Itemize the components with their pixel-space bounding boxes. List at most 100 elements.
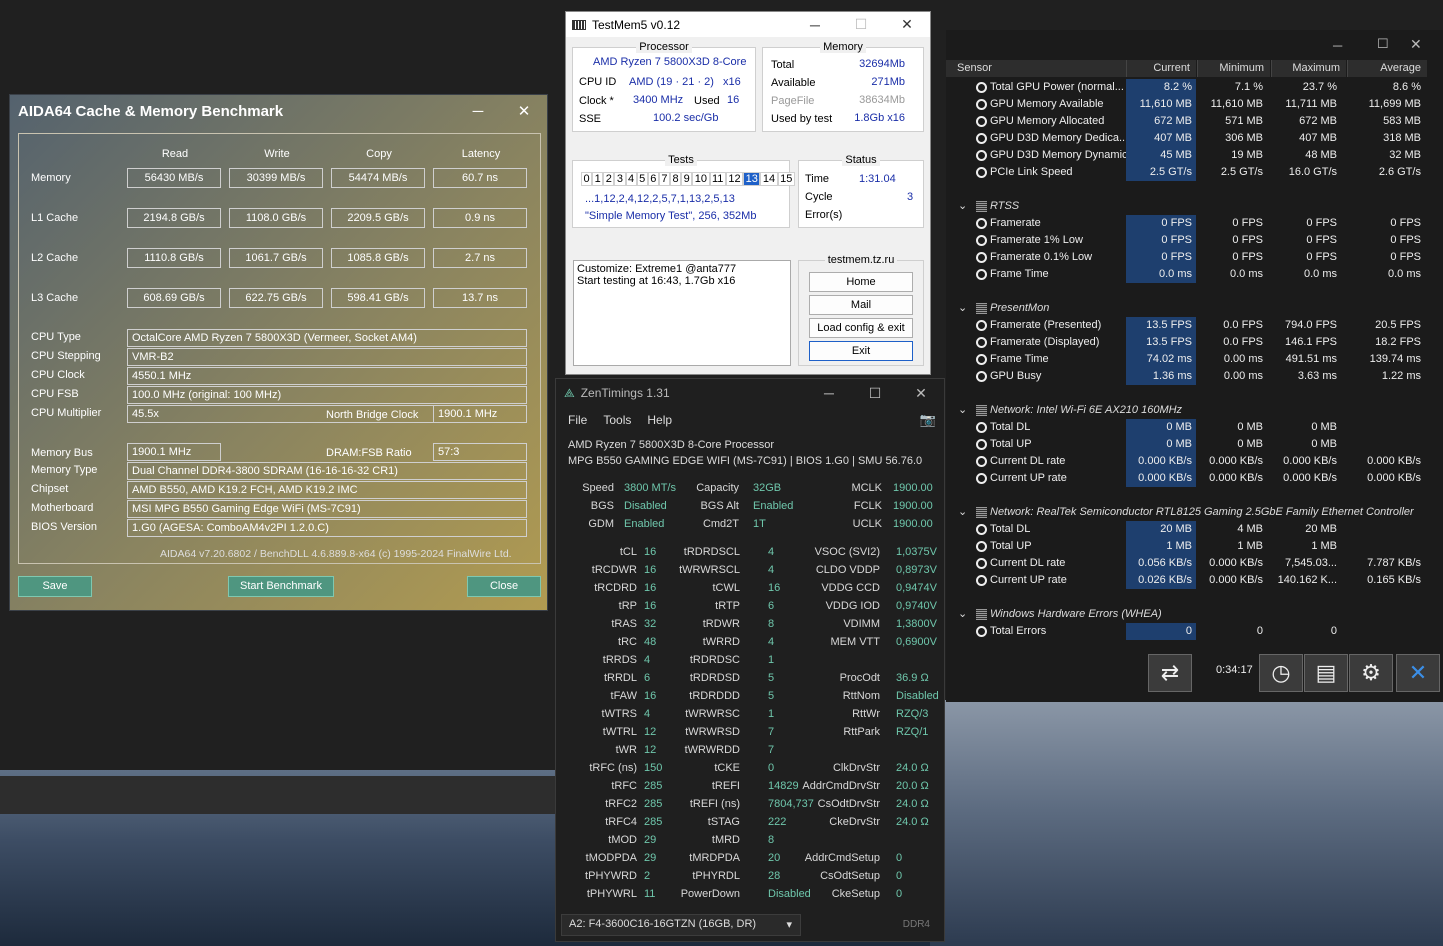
sensor-group[interactable]: ⌄ PresentMon bbox=[946, 300, 1426, 317]
timing-label: Capacity bbox=[696, 482, 739, 494]
report-icon[interactable]: ▤ bbox=[1304, 654, 1348, 692]
sensor-value: 32 MB bbox=[1389, 149, 1421, 161]
menu-item[interactable]: Help bbox=[647, 413, 672, 427]
save-button[interactable]: Save bbox=[18, 576, 92, 597]
timing-label: tWRRD bbox=[702, 636, 740, 648]
timing-value: 150 bbox=[644, 762, 663, 774]
sensor-row[interactable]: Framerate (Displayed) 13.5 FPS 0.0 FPS 146.… bbox=[946, 334, 1426, 351]
sensor-group[interactable]: ⌄ Network: Intel Wi-Fi 6E AX210 160MHz bbox=[946, 402, 1426, 419]
aida64-titlebar[interactable]: AIDA64 Cache & Memory Benchmark ─ ✕ bbox=[10, 95, 547, 127]
testmem5-window: TestMem5 v0.12 ─ ☐ ✕ Processor AMD Ryzen … bbox=[565, 11, 931, 375]
timing-label: CsOdtDrvStr bbox=[817, 798, 880, 810]
sensor-group[interactable]: ⌄ Network: RealTek Semiconductor RTL8125 … bbox=[946, 504, 1426, 521]
testmem5-titlebar[interactable]: TestMem5 v0.12 ─ ☐ ✕ bbox=[566, 12, 930, 37]
sensor-row[interactable]: Current UP rate 0.000 KB/s 0.000 KB/s 0.000… bbox=[946, 470, 1426, 487]
sensor-name: Current UP rate bbox=[990, 472, 1067, 484]
timing-label: VDIMM bbox=[843, 618, 880, 630]
zentimings-title: ZenTimings 1.31 bbox=[580, 386, 670, 400]
status-title: Status bbox=[842, 154, 880, 166]
sensor-value: 140.162 K... bbox=[1277, 574, 1337, 586]
exit-button[interactable]: Exit bbox=[809, 341, 913, 361]
clock-icon[interactable]: ◷ bbox=[1259, 654, 1303, 692]
sensor-row[interactable]: Frame Time 0.0 ms 0.0 ms 0.0 ms 0.0 ms bbox=[946, 266, 1426, 283]
timing-label: BGS Alt bbox=[700, 500, 739, 512]
benchmark-value: 2.7 ns bbox=[433, 248, 527, 268]
sensor-name: Total Errors bbox=[990, 625, 1047, 637]
sensor-row[interactable]: Framerate (Presented) 13.5 FPS 0.0 FPS 794.… bbox=[946, 317, 1426, 334]
close-dialog-button[interactable]: Close bbox=[467, 576, 541, 597]
close-button[interactable]: ✕ bbox=[501, 102, 547, 120]
timing-value: 1 bbox=[768, 654, 775, 666]
sensor-row[interactable]: Total UP 0 MB 0 MB 0 MB bbox=[946, 436, 1426, 453]
maximize-button[interactable]: ☐ bbox=[838, 16, 884, 33]
chip-icon bbox=[976, 201, 987, 212]
sensor-value: 0.0 FPS bbox=[1223, 336, 1263, 348]
sensor-value: 48 MB bbox=[1305, 149, 1337, 161]
timing-value: 1 bbox=[768, 708, 775, 720]
sensor-group[interactable]: ⌄ RTSS bbox=[946, 198, 1426, 215]
sensor-value: 794.0 FPS bbox=[1285, 319, 1337, 331]
ddr-label: DDR4 bbox=[902, 919, 930, 930]
sensor-row[interactable]: GPU D3D Memory Dedica... 407 MB 306 MB 407 … bbox=[946, 130, 1426, 147]
status-group: Status Time 1:31.04 Cycle 3 Error(s) bbox=[798, 154, 924, 228]
sensor-row[interactable]: Current UP rate 0.026 KB/s 0.000 KB/s 140.1… bbox=[946, 572, 1426, 589]
minimize-button[interactable]: ─ bbox=[806, 385, 852, 401]
close-button[interactable]: ✕ bbox=[1410, 36, 1422, 53]
timing-label: tPHYRDL bbox=[692, 870, 740, 882]
log-textbox[interactable]: Customize: Extreme1 @anta777 Start testin… bbox=[573, 260, 791, 366]
benchmark-value: 54474 MB/s bbox=[331, 168, 425, 188]
sensor-row[interactable]: Total GPU Power (normal... 8.2 % 7.1 % 23.7… bbox=[946, 79, 1426, 96]
timing-label: tFAW bbox=[610, 690, 637, 702]
sensor-row[interactable]: GPU Memory Available 11,610 MB 11,610 MB 11… bbox=[946, 96, 1426, 113]
sensor-row[interactable]: GPU Memory Allocated 672 MB 571 MB 672 MB 58… bbox=[946, 113, 1426, 130]
mail-button[interactable]: Mail bbox=[809, 295, 913, 315]
timing-value: 12 bbox=[644, 744, 657, 756]
sensor-row[interactable]: Current DL rate 0.056 KB/s 0.000 KB/s 7,545… bbox=[946, 555, 1426, 572]
menu-item[interactable]: Tools bbox=[603, 413, 631, 427]
network-icon[interactable]: ⇄ bbox=[1148, 654, 1192, 692]
sensor-row[interactable]: GPU D3D Memory Dynamic 45 MB 19 MB 48 MB 32 … bbox=[946, 147, 1426, 164]
hwinfo-window: ─ ☐ ✕ Sensor Current Minimum Maximum Average Tot… bbox=[946, 30, 1443, 702]
sensor-row[interactable]: Frame Time 74.02 ms 0.00 ms 491.51 ms 139.74… bbox=[946, 351, 1426, 368]
zentimings-titlebar[interactable]: ⟁ ZenTimings 1.31 ─ ☐ ✕ bbox=[556, 379, 944, 407]
sensor-row[interactable]: Framerate 0 FPS 0 FPS 0 FPS 0 FPS bbox=[946, 215, 1426, 232]
sensor-row[interactable]: Framerate 0.1% Low 0 FPS 0 FPS 0 FPS 0 FPS bbox=[946, 249, 1426, 266]
start-benchmark-button[interactable]: Start Benchmark bbox=[228, 576, 334, 597]
sensor-row[interactable]: Current DL rate 0.000 KB/s 0.000 KB/s 0.000… bbox=[946, 453, 1426, 470]
load-button[interactable]: Load config & exit bbox=[809, 318, 913, 338]
gear-icon[interactable]: ⚙ bbox=[1349, 654, 1393, 692]
sensor-group[interactable]: ⌄ Windows Hardware Errors (WHEA) bbox=[946, 606, 1426, 623]
sensor-row[interactable]: Total Errors 0 0 0 bbox=[946, 623, 1426, 640]
sensor-row[interactable]: Total UP 1 MB 1 MB 1 MB bbox=[946, 538, 1426, 555]
sensor-row[interactable]: Framerate 1% Low 0 FPS 0 FPS 0 FPS 0 FPS bbox=[946, 232, 1426, 249]
sensor-row[interactable]: PCIe Link Speed 2.5 GT/s 2.5 GT/s 16.0 GT/s… bbox=[946, 164, 1426, 181]
testmem5-title: TestMem5 v0.12 bbox=[592, 17, 681, 32]
maximize-button[interactable]: ☐ bbox=[1377, 36, 1389, 52]
info-value: AMD B550, AMD K19.2 FCH, AMD K19.2 IMC bbox=[127, 481, 527, 499]
menu-item[interactable]: File bbox=[568, 413, 587, 427]
sensor-row[interactable]: Total DL 0 MB 0 MB 0 MB bbox=[946, 419, 1426, 436]
close-button[interactable]: ✕ bbox=[884, 16, 930, 33]
nb-label: North Bridge Clock bbox=[326, 409, 419, 421]
dimm-select[interactable]: A2: F4-3600C16-16GTZN (16GB, DR) ▾ bbox=[561, 914, 801, 936]
camera-icon[interactable]: 📷 bbox=[920, 412, 936, 428]
home-button[interactable]: Home bbox=[809, 272, 913, 292]
minimize-button[interactable]: ─ bbox=[1333, 38, 1342, 53]
close-button[interactable]: ✕ bbox=[898, 385, 944, 402]
cpuid-label: CPU ID bbox=[579, 76, 617, 88]
sensor-value: 7.1 % bbox=[1234, 81, 1263, 93]
sensor-row[interactable]: GPU Busy 1.36 ms 0.00 ms 3.63 ms 1.22 ms bbox=[946, 368, 1426, 385]
timing-value: 20 bbox=[768, 852, 781, 864]
sensor-value: 571 MB bbox=[1225, 115, 1263, 127]
benchmark-value: 622.75 GB/s bbox=[229, 288, 323, 308]
minimize-button[interactable]: ─ bbox=[455, 103, 501, 120]
sensor-row[interactable]: Total DL 20 MB 4 MB 20 MB bbox=[946, 521, 1426, 538]
sensor-value: 0 MB bbox=[1126, 436, 1196, 453]
timing-label: tRDRDDD bbox=[689, 690, 740, 702]
timing-value: 16 bbox=[644, 564, 657, 576]
timing-value: 16 bbox=[644, 582, 657, 594]
bus-label: Memory Bus bbox=[31, 447, 93, 459]
close-sensors-icon[interactable]: ✕ bbox=[1396, 654, 1440, 692]
maximize-button[interactable]: ☐ bbox=[852, 385, 898, 402]
minimize-button[interactable]: ─ bbox=[792, 17, 838, 33]
